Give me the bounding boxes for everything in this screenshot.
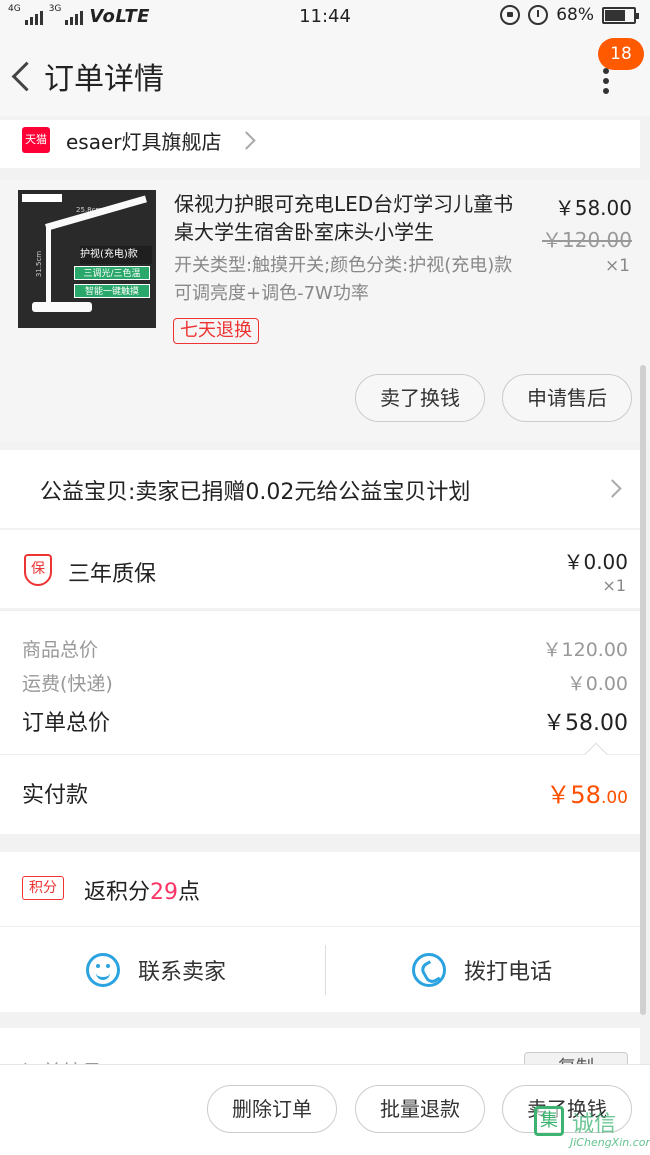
points-suffix: 点 — [178, 880, 201, 905]
more-menu-icon[interactable] — [596, 68, 616, 94]
points-count: 29 — [150, 880, 179, 905]
brand-mark — [22, 194, 62, 202]
thumbnail-feature-2: 智能一键触摸 — [74, 284, 150, 298]
status-bar: 4G 3G VoLTE 11:44 68% — [0, 0, 650, 36]
call-label: 拨打电话 — [464, 960, 553, 985]
charity-row[interactable]: 公益宝贝:卖家已捐赠0.02元给公益宝贝计划 — [0, 450, 640, 528]
shop-name: esaer灯具旗舰店 — [66, 130, 222, 154]
payment-row: 实付款 ￥58.00 — [0, 742, 640, 834]
divider — [325, 945, 326, 995]
battery-fill — [605, 9, 626, 21]
shipping-value: ￥0.00 — [566, 673, 628, 695]
bulk-refund-button[interactable]: 批量退款 — [355, 1085, 485, 1133]
watermark-logo: 集 — [534, 1106, 564, 1136]
original-price: ￥120.00 — [542, 228, 632, 252]
points-prefix: 返积分 — [84, 880, 151, 905]
return-policy-tag: 七天退换 — [173, 318, 259, 344]
chevron-right-icon — [237, 131, 256, 150]
chat-face-icon — [86, 953, 120, 987]
message-count-badge[interactable]: 18 — [598, 38, 644, 70]
goods-total-value: ￥120.00 — [542, 639, 628, 661]
copy-button[interactable]: 复制 — [524, 1052, 628, 1064]
charity-text: 公益宝贝:卖家已捐赠0.02元给公益宝贝计划 — [40, 480, 471, 505]
chevron-right-icon — [603, 479, 622, 498]
after-sale-button[interactable]: 申请售后 — [502, 374, 632, 422]
battery-icon — [602, 6, 639, 24]
lamp-pole — [46, 228, 51, 310]
warranty-price: ￥0.00 — [563, 550, 628, 574]
rotation-lock-icon — [500, 5, 521, 25]
points-row: 积分 返积分29点 — [0, 852, 640, 926]
paid-value-main: ￥58 — [546, 781, 601, 809]
tmall-logo: 天猫 — [22, 127, 50, 153]
dimension-side: 31.5cm — [35, 250, 44, 278]
delete-order-button[interactable]: 删除订单 — [207, 1085, 337, 1133]
product-title[interactable]: 保视力护眼可充电LED台灯学习儿童书桌大学生宿舍卧室床头小学生 — [174, 190, 526, 246]
scrollbar[interactable] — [640, 365, 646, 1015]
shop-row[interactable]: 天猫 esaer灯具旗舰店 — [0, 120, 640, 168]
watermark-url: JiChengXin.com — [570, 1136, 650, 1149]
paid-label: 实付款 — [22, 783, 89, 808]
order-number-row: 订单编号 复制 — [0, 1028, 640, 1064]
warranty-row: 保 三年质保 ￥0.00 ×1 — [0, 530, 640, 608]
page-title: 订单详情 — [44, 62, 164, 97]
shield-icon: 保 — [24, 554, 52, 586]
product-spec: 开关类型:触摸开关;颜色分类:护视(充电)款 可调亮度+调色-7W功率 — [174, 255, 513, 304]
order-number-label: 订单编号 — [22, 1056, 102, 1064]
paid-value: ￥58.00 — [546, 775, 628, 810]
sell-item-button[interactable]: 卖了换钱 — [355, 374, 485, 422]
thumbnail-caption: 护视(充电)款 — [80, 246, 152, 264]
product-quantity: ×1 — [604, 256, 630, 276]
status-right: 68% — [500, 5, 639, 25]
goods-total-label: 商品总价 — [22, 639, 99, 661]
contact-seller-label: 联系卖家 — [138, 960, 227, 985]
shipping-label: 运费(快递) — [22, 673, 113, 695]
paid-value-cents: .00 — [600, 788, 628, 808]
product-thumbnail[interactable]: 25.8cm 31.5cm 护视(充电)款 三调光/三色温 智能一键触摸 — [18, 190, 156, 328]
points-text: 返积分29点 — [84, 874, 200, 906]
alarm-icon — [528, 5, 549, 25]
warranty-quantity: ×1 — [602, 576, 626, 595]
watermark: 集 诚信 JiChengXin.com — [530, 1100, 650, 1152]
points-icon: 积分 — [22, 876, 64, 900]
product-price: ￥58.00 — [554, 196, 632, 220]
watermark-text: 诚信 — [572, 1112, 617, 1137]
product-item[interactable]: 25.8cm 31.5cm 护视(充电)款 三调光/三色温 智能一键触摸 保视力… — [0, 180, 650, 442]
order-total-value: ￥58.00 — [543, 711, 628, 736]
back-arrow-icon[interactable] — [8, 58, 36, 94]
thumbnail-feature-1: 三调光/三色温 — [74, 266, 150, 280]
contact-seller-button[interactable]: 联系卖家 — [86, 927, 226, 1013]
lamp-base — [32, 302, 92, 312]
warranty-label: 三年质保 — [68, 562, 157, 587]
contact-row: 联系卖家 拨打电话 — [0, 926, 640, 1012]
price-summary: 商品总价 ￥120.00 运费(快递) ￥0.00 订单总价 ￥58.00 — [0, 610, 640, 754]
call-button[interactable]: 拨打电话 — [412, 927, 552, 1013]
order-total-label: 订单总价 — [22, 711, 111, 736]
phone-icon — [412, 953, 446, 987]
battery-percent: 68% — [556, 5, 594, 25]
nav-bar: 订单详情 — [0, 36, 650, 116]
